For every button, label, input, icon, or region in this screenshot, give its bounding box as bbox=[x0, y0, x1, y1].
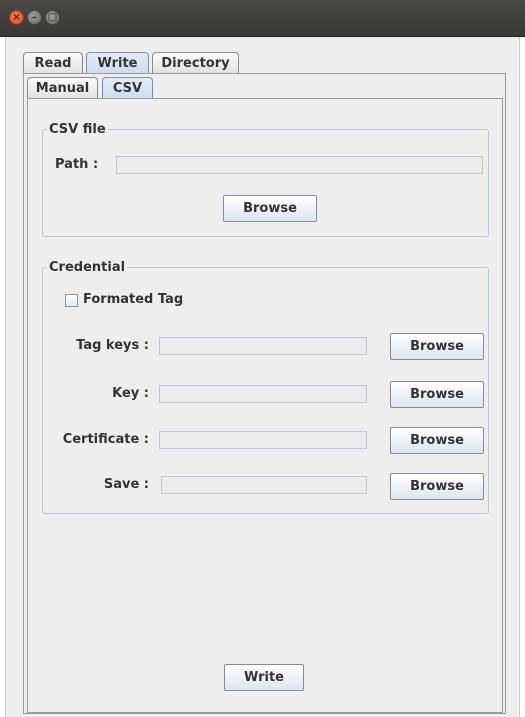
certificate-input[interactable] bbox=[159, 431, 367, 449]
app-window: Read Write Directory Manual CSV CSV file… bbox=[5, 37, 520, 717]
save-browse-button[interactable]: Browse bbox=[390, 473, 484, 500]
tag-keys-browse-button[interactable]: Browse bbox=[390, 333, 484, 360]
tab-csv[interactable]: CSV bbox=[102, 77, 153, 98]
key-input[interactable] bbox=[159, 385, 367, 403]
tab-read[interactable]: Read bbox=[23, 52, 83, 73]
key-browse-button[interactable]: Browse bbox=[390, 381, 484, 408]
save-label: Save : bbox=[103, 477, 149, 492]
csv-file-legend: CSV file bbox=[47, 122, 108, 137]
maximize-icon[interactable]: □ bbox=[45, 10, 60, 25]
formated-tag-label[interactable]: Formated Tag bbox=[83, 291, 183, 309]
formated-tag-checkbox[interactable] bbox=[65, 294, 78, 307]
csv-browse-button[interactable]: Browse bbox=[223, 195, 317, 222]
key-label: Key : bbox=[112, 386, 149, 401]
write-button[interactable]: Write bbox=[224, 664, 304, 691]
tab-manual[interactable]: Manual bbox=[27, 77, 98, 98]
csv-file-group: CSV file Path : Browse bbox=[42, 122, 489, 237]
credential-group: Credential Formated Tag Tag keys : Brows… bbox=[42, 260, 489, 514]
tag-keys-input[interactable] bbox=[159, 337, 367, 355]
path-input[interactable] bbox=[116, 156, 483, 174]
certificate-label: Certificate : bbox=[62, 432, 149, 447]
save-input[interactable] bbox=[161, 476, 367, 494]
write-tab-panel: Manual CSV CSV file Path : Browse Creden… bbox=[23, 73, 506, 714]
tab-directory[interactable]: Directory bbox=[152, 52, 239, 73]
path-label: Path : bbox=[55, 157, 99, 172]
csv-tab-panel: CSV file Path : Browse Credential Format… bbox=[27, 98, 503, 713]
close-icon[interactable]: × bbox=[9, 10, 24, 25]
minimize-icon[interactable]: – bbox=[27, 10, 42, 25]
window-titlebar: × – □ bbox=[0, 0, 525, 37]
certificate-browse-button[interactable]: Browse bbox=[390, 427, 484, 454]
credential-legend: Credential bbox=[47, 260, 128, 275]
tab-write[interactable]: Write bbox=[86, 52, 149, 73]
tag-keys-label: Tag keys : bbox=[76, 338, 149, 353]
